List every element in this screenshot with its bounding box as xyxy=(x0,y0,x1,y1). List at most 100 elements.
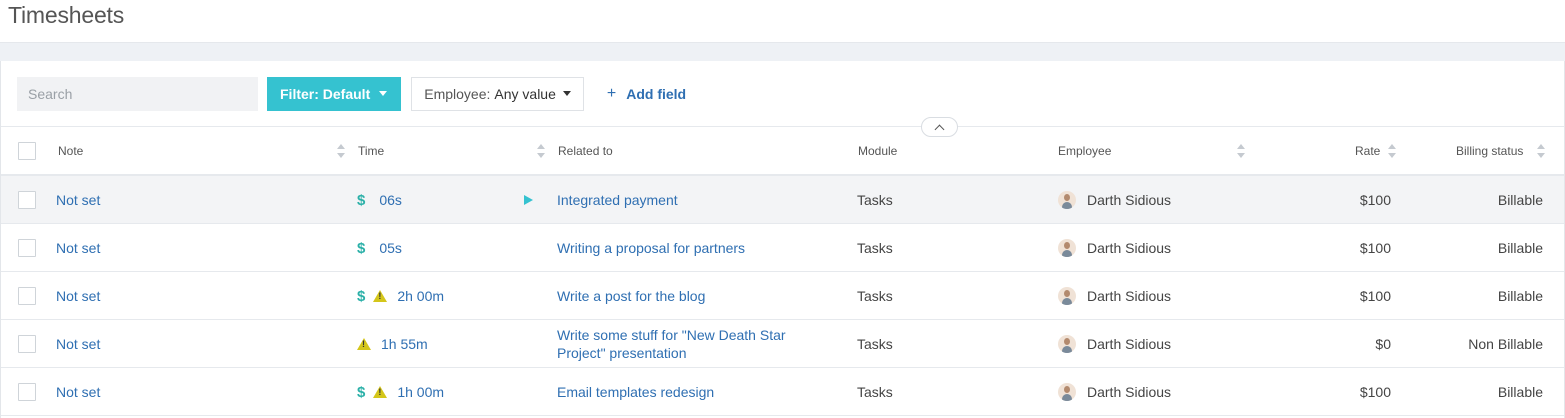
related-to-text: Email templates redesign xyxy=(557,384,715,400)
plus-icon: + xyxy=(606,84,617,102)
sort-icon[interactable] xyxy=(1537,143,1545,158)
billable-dollar-icon: $ xyxy=(357,239,366,257)
column-header-employee[interactable]: Employee xyxy=(1058,144,1111,158)
related-to-link[interactable]: Email templates redesign xyxy=(557,368,714,416)
table-body: Not set $ 06s Integrated payment Tasks D… xyxy=(1,176,1564,416)
related-to-link[interactable]: Writing a proposal for partners xyxy=(557,224,745,272)
collapse-toolbar-button[interactable] xyxy=(921,117,958,137)
caret-down-icon xyxy=(379,91,388,96)
time-cell: $ 05s xyxy=(357,224,402,272)
select-all-checkbox[interactable] xyxy=(18,141,36,160)
avatar xyxy=(1058,191,1076,209)
table-row[interactable]: Not set $ 1h 00m Email templates redesig… xyxy=(1,368,1564,416)
note-link[interactable]: Not set xyxy=(56,224,100,272)
note-link[interactable]: Not set xyxy=(56,368,100,416)
row-checkbox-cell xyxy=(18,335,36,353)
related-to-link[interactable]: Integrated payment xyxy=(557,176,678,224)
time-value[interactable]: 05s xyxy=(379,240,402,256)
billing-status-cell: Billable xyxy=(1497,384,1543,400)
caret-down-icon xyxy=(562,91,571,96)
related-to-link[interactable]: Write some stuff for "New Death Star Pro… xyxy=(557,320,786,368)
table-row[interactable]: Not set $ 06s Integrated payment Tasks D… xyxy=(1,176,1564,224)
rate-cell: $100 xyxy=(1359,240,1391,256)
select-all-checkbox-cell xyxy=(18,141,36,160)
sort-icon[interactable] xyxy=(537,143,545,158)
employee-cell: Darth Sidious xyxy=(1058,176,1171,224)
employee-cell: Darth Sidious xyxy=(1058,224,1171,272)
sort-icon[interactable] xyxy=(1237,143,1245,158)
billable-dollar-icon: $ xyxy=(357,383,366,401)
time-cell: $ 2h 00m xyxy=(357,272,444,320)
related-to-text: Write a post for the blog xyxy=(557,288,706,304)
column-header-note[interactable]: Note xyxy=(58,144,83,158)
sort-icon[interactable] xyxy=(1388,143,1396,158)
time-value[interactable]: 1h 55m xyxy=(381,336,428,352)
time-value[interactable]: 06s xyxy=(379,192,402,208)
related-to-text: Integrated payment xyxy=(557,192,678,208)
employee-name: Darth Sidious xyxy=(1087,192,1172,208)
column-header-rate[interactable]: Rate xyxy=(1355,144,1380,158)
warning-icon xyxy=(357,338,371,350)
rate-cell: $100 xyxy=(1359,384,1391,400)
employee-name: Darth Sidious xyxy=(1087,336,1172,352)
note-link[interactable]: Not set xyxy=(56,176,100,224)
table-row[interactable]: Not set $ 2h 00m Write a post for the bl… xyxy=(1,272,1564,320)
module-cell: Tasks xyxy=(857,384,893,400)
sort-icon[interactable] xyxy=(337,143,345,158)
employee-filter-label: Employee: xyxy=(424,85,491,102)
employee-filter-dropdown[interactable]: Employee: Any value xyxy=(411,76,584,111)
billable-dollar-icon: $ xyxy=(357,191,366,209)
page-title: Timesheets xyxy=(8,2,125,28)
column-header-related-to[interactable]: Related to xyxy=(558,144,613,158)
billing-status-cell: Billable xyxy=(1497,240,1543,256)
avatar xyxy=(1058,383,1076,401)
related-to-link[interactable]: Write a post for the blog xyxy=(557,272,705,320)
row-checkbox[interactable] xyxy=(18,383,36,401)
employee-name: Darth Sidious xyxy=(1087,384,1172,400)
timesheets-panel: Filter: Default Employee: Any value + Ad… xyxy=(0,61,1565,418)
related-to-text-line2: Project" presentation xyxy=(557,345,687,361)
row-checkbox[interactable] xyxy=(18,191,36,209)
avatar xyxy=(1058,287,1076,305)
filter-label: Filter: Default xyxy=(280,85,371,102)
time-cell: $ 1h 00m xyxy=(357,368,444,416)
employee-cell: Darth Sidious xyxy=(1058,368,1171,416)
row-checkbox[interactable] xyxy=(18,287,36,305)
billing-status-cell: Billable xyxy=(1497,288,1543,304)
row-checkbox[interactable] xyxy=(18,335,36,353)
column-header-billing-status[interactable]: Billing status xyxy=(1456,144,1523,158)
rate-cell: $0 xyxy=(1375,336,1391,352)
row-checkbox[interactable] xyxy=(18,239,36,257)
row-checkbox-cell xyxy=(18,239,36,257)
billing-status-cell: Billable xyxy=(1497,192,1543,208)
table-row[interactable]: Not set $ 1h 55m Write some stuff for "N… xyxy=(1,320,1564,368)
rate-cell: $100 xyxy=(1359,288,1391,304)
column-header-time[interactable]: Time xyxy=(358,144,384,158)
row-checkbox-cell xyxy=(18,287,36,305)
avatar xyxy=(1058,239,1076,257)
employee-cell: Darth Sidious xyxy=(1058,272,1171,320)
related-to-text: Writing a proposal for partners xyxy=(557,240,746,256)
column-header-module[interactable]: Module xyxy=(858,144,897,158)
filter-dropdown-button[interactable]: Filter: Default xyxy=(267,76,402,111)
table-row[interactable]: Not set $ 05s Writing a proposal for par… xyxy=(1,224,1564,272)
time-value[interactable]: 1h 00m xyxy=(397,384,444,400)
note-link[interactable]: Not set xyxy=(56,320,100,368)
time-value[interactable]: 2h 00m xyxy=(397,288,444,304)
employee-cell: Darth Sidious xyxy=(1058,320,1171,368)
toolbar: Filter: Default Employee: Any value + Ad… xyxy=(1,61,1564,137)
billable-dollar-icon: $ xyxy=(357,287,366,305)
rate-cell: $100 xyxy=(1359,192,1391,208)
page-header: Timesheets xyxy=(0,0,1565,42)
employee-filter-value: Any value xyxy=(494,85,556,102)
time-cell: $ 1h 55m xyxy=(357,320,428,368)
module-cell: Tasks xyxy=(857,192,893,208)
add-field-button[interactable]: + Add field xyxy=(607,85,686,103)
table-header: Note Time Related to Module Employee Rat… xyxy=(1,127,1564,176)
play-icon[interactable] xyxy=(524,195,533,205)
employee-name: Darth Sidious xyxy=(1087,240,1172,256)
search-input[interactable] xyxy=(17,76,258,111)
add-field-label: Add field xyxy=(626,85,687,102)
warning-icon xyxy=(373,290,388,302)
note-link[interactable]: Not set xyxy=(56,272,100,320)
